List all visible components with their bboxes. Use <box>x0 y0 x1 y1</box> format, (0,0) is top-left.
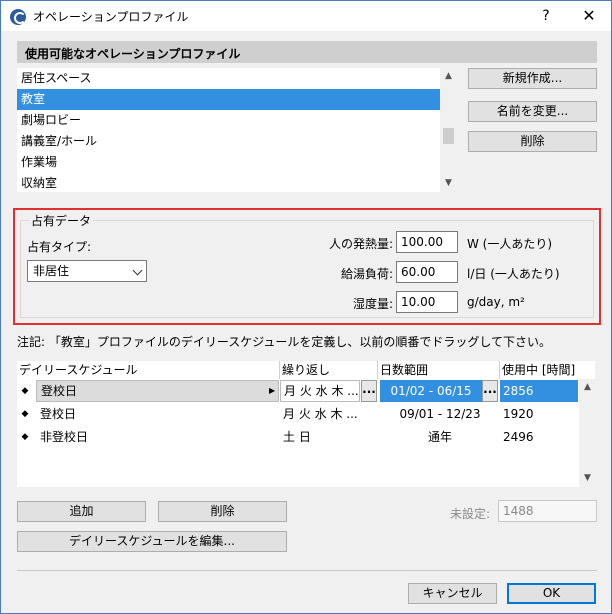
close-button[interactable]: ✕ <box>578 5 600 27</box>
profile-item[interactable]: 作業場 <box>17 152 440 173</box>
humidity-unit: g/day, m² <box>467 295 525 309</box>
schedule-name-cell[interactable]: 登校日 <box>36 403 279 425</box>
profile-item[interactable]: 収納室 <box>17 173 440 192</box>
occupancy-group: 占有データ 占有タイプ: 非居住 人の発熱量: 100.00 W (一人あたり)… <box>20 212 594 318</box>
schedule-row[interactable]: ◆ 非登校日 土 日 通年 2496 <box>17 426 578 448</box>
column-header-hours[interactable]: 使用中 [時間] <box>500 361 578 379</box>
range-edit-button[interactable]: ... <box>482 380 498 402</box>
scroll-down-icon[interactable]: ▼ <box>579 470 596 487</box>
occupancy-highlight-frame: 占有データ 占有タイプ: 非居住 人の発熱量: 100.00 W (一人あたり)… <box>13 208 601 325</box>
schedule-note: 注記: 「教室」プロファイルのデイリースケジュールを定義し、以前の順番でドラッグ… <box>17 335 552 349</box>
new-profile-button[interactable]: 新規作成... <box>468 68 597 89</box>
column-header-range[interactable]: 日数範囲 <box>378 361 500 379</box>
drag-handle-icon[interactable]: ◆ <box>17 426 33 448</box>
footer-divider <box>17 570 597 571</box>
profile-list-scrollbar[interactable]: ▲ ▼ <box>440 68 457 192</box>
range-cell[interactable]: 01/02 - 06/15 <box>380 380 482 402</box>
profile-item[interactable]: 居住スペース <box>17 68 440 89</box>
schedule-name-cell[interactable]: 非登校日 <box>36 426 279 448</box>
drag-handle-icon[interactable]: ◆ <box>17 380 33 402</box>
cancel-button[interactable]: キャンセル <box>408 583 497 604</box>
dialog-window: オペレーションプロファイル ? ✕ 使用可能なオペレーションプロファイル 居住ス… <box>0 0 612 614</box>
repeat-cell[interactable]: 月 火 水 木 ... <box>280 380 360 402</box>
profile-list[interactable]: 居住スペース 教室 劇場ロビー 講義室/ホール 作業場 収納室 ▲ ▼ <box>17 68 457 192</box>
repeat-cell[interactable]: 土 日 <box>280 426 378 448</box>
chevron-down-icon <box>132 265 143 276</box>
drag-handle-icon[interactable]: ◆ <box>17 403 33 425</box>
app-logo-icon <box>10 9 26 25</box>
scroll-up-icon[interactable]: ▲ <box>579 379 596 396</box>
column-header-repeat[interactable]: 繰り返し <box>280 361 378 379</box>
schedule-row-selected[interactable]: ◆ 登校日 ▶ 月 火 水 木 ... ... 01/02 - 06/15 ..… <box>17 380 578 402</box>
occupancy-type-select[interactable]: 非居住 <box>27 260 147 282</box>
delete-profile-button[interactable]: 削除 <box>468 131 597 152</box>
delete-schedule-button[interactable]: 削除 <box>158 501 287 522</box>
range-cell[interactable]: 通年 <box>380 426 500 448</box>
water-unit: l/日 (一人あたり) <box>467 267 560 281</box>
help-button[interactable]: ? <box>535 5 557 27</box>
heat-label: 人の発熱量: <box>329 237 394 251</box>
humidity-label: 湿度量: <box>353 297 394 311</box>
schedule-row[interactable]: ◆ 登校日 月 火 水 木 ... 09/01 - 12/23 1920 <box>17 403 578 425</box>
edit-schedule-button[interactable]: デイリースケジュールを編集... <box>17 531 287 552</box>
schedule-table: デイリースケジュール 繰り返し 日数範囲 使用中 [時間] ◆ 登校日 ▶ 月 … <box>17 361 595 487</box>
occupancy-type-label: 占有タイプ: <box>27 240 92 254</box>
profile-list-items: 居住スペース 教室 劇場ロビー 講義室/ホール 作業場 収納室 <box>17 68 440 192</box>
profile-item[interactable]: 講義室/ホール <box>17 131 440 152</box>
range-cell[interactable]: 09/01 - 12/23 <box>380 403 500 425</box>
schedule-scrollbar[interactable]: ▲ ▼ <box>579 379 595 487</box>
scroll-down-icon[interactable]: ▼ <box>440 175 457 192</box>
heat-unit: W (一人あたり) <box>467 237 553 251</box>
expand-arrow-icon[interactable]: ▶ <box>269 380 279 402</box>
heat-input[interactable]: 100.00 <box>396 231 458 253</box>
hours-cell: 2856 <box>500 380 578 402</box>
column-header-schedule[interactable]: デイリースケジュール <box>17 361 280 379</box>
title-bar: オペレーションプロファイル ? ✕ <box>1 1 611 31</box>
ok-button[interactable]: OK <box>507 583 596 604</box>
repeat-edit-button[interactable]: ... <box>361 380 377 402</box>
schedule-name-cell[interactable]: 登校日 <box>36 380 279 402</box>
rename-profile-button[interactable]: 名前を変更... <box>468 101 597 122</box>
humidity-input[interactable]: 10.00 <box>396 291 458 313</box>
profile-item[interactable]: 劇場ロビー <box>17 110 440 131</box>
hours-cell: 1920 <box>503 407 534 421</box>
occupancy-group-title: 占有データ <box>29 212 94 229</box>
scroll-thumb[interactable] <box>443 128 454 144</box>
water-input[interactable]: 60.00 <box>396 261 458 283</box>
hours-cell: 2496 <box>503 430 534 444</box>
add-schedule-button[interactable]: 追加 <box>17 501 146 522</box>
occupancy-type-value: 非居住 <box>33 264 70 278</box>
unset-label: 未設定: <box>450 507 491 521</box>
scroll-up-icon[interactable]: ▲ <box>440 68 457 85</box>
profile-item-selected[interactable]: 教室 <box>17 89 440 110</box>
repeat-cell[interactable]: 月 火 水 木 ... <box>280 403 378 425</box>
window-title: オペレーションプロファイル <box>33 10 189 24</box>
water-label: 給湯負荷: <box>341 267 394 281</box>
unset-field: 1488 <box>498 500 597 522</box>
profiles-header: 使用可能なオペレーションプロファイル <box>17 41 597 63</box>
